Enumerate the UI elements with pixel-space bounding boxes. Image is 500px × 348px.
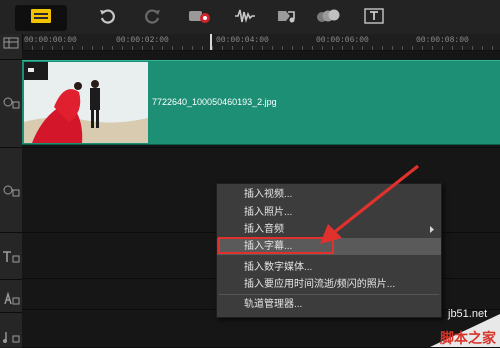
record-capture-button[interactable] — [186, 5, 214, 31]
title-track-icon[interactable] — [2, 250, 20, 264]
divider — [0, 312, 22, 313]
menu-item-track-manager[interactable]: 轨道管理器... — [217, 296, 441, 313]
menu-item-label: 插入音频 — [244, 224, 284, 235]
sound-mixer-button[interactable] — [232, 5, 258, 31]
undo-button[interactable] — [96, 5, 118, 31]
watermark: jb51.net 脚本之家 — [430, 306, 500, 347]
watermark-site: jb51.net — [448, 308, 488, 320]
ruler-tick-label: 00:00:02:00 — [116, 36, 169, 45]
ruler-tick-label: 00:00:06:00 — [316, 36, 369, 45]
redo-icon — [145, 8, 161, 29]
ruler-tick-label: 00:00:04:00 — [216, 36, 269, 45]
track-header-panel — [0, 34, 23, 347]
title-text-icon — [364, 7, 384, 29]
ruler-marks — [22, 46, 500, 50]
toolbar — [0, 0, 500, 37]
motion-tracking-icon — [315, 8, 341, 29]
timeline-view-button[interactable] — [15, 5, 67, 31]
divider — [0, 279, 22, 280]
annotation-arrow — [320, 164, 419, 244]
title-button[interactable] — [362, 5, 386, 31]
audio-waveform-icon — [234, 8, 256, 29]
watermark-brand: 脚本之家 — [440, 330, 496, 346]
clip-filename: 7722640_100050460193_2.jpg — [152, 97, 277, 107]
undo-icon — [99, 8, 115, 29]
ruler-tick-label: 00:00:08:00 — [416, 36, 469, 45]
menu-item-label: 插入照片... — [244, 207, 293, 218]
motion-tracking-button[interactable] — [314, 5, 342, 31]
ruler-tick-label: 00:00:00:00 — [24, 36, 77, 45]
menu-item-insert-digital-media[interactable]: 插入数字媒体... — [217, 259, 441, 276]
menu-item-label: 插入要应用时间流逝/频闪的照片... — [244, 279, 396, 290]
menu-item-label: 插入数字媒体... — [244, 262, 313, 273]
auto-music-button[interactable] — [274, 5, 300, 31]
timeline-view-icon — [29, 8, 53, 29]
divider — [0, 147, 22, 148]
record-capture-icon — [188, 8, 212, 29]
voice-track-icon[interactable] — [2, 291, 20, 306]
photo-clip[interactable]: 7722640_100050460193_2.jpg — [22, 60, 500, 145]
menu-separator — [219, 294, 439, 295]
clip-thumbnail — [24, 62, 148, 143]
track-manager-icon[interactable] — [2, 37, 20, 51]
redo-button[interactable] — [142, 5, 164, 31]
overlay-track-icon[interactable] — [2, 184, 20, 198]
playhead[interactable] — [210, 34, 212, 50]
auto-music-icon — [276, 8, 298, 29]
menu-item-label: 插入视频... — [244, 189, 293, 200]
menu-item-insert-timelapse-photos[interactable]: 插入要应用时间流逝/频闪的照片... — [217, 276, 441, 293]
divider — [0, 59, 22, 60]
divider — [0, 232, 22, 233]
video-track-icon[interactable] — [2, 96, 20, 110]
menu-item-label: 轨道管理器... — [244, 299, 303, 310]
timeline-ruler[interactable]: 00:00:00:00 00:00:02:00 00:00:04:00 00:0… — [22, 34, 500, 51]
music-track-icon[interactable] — [2, 330, 20, 344]
